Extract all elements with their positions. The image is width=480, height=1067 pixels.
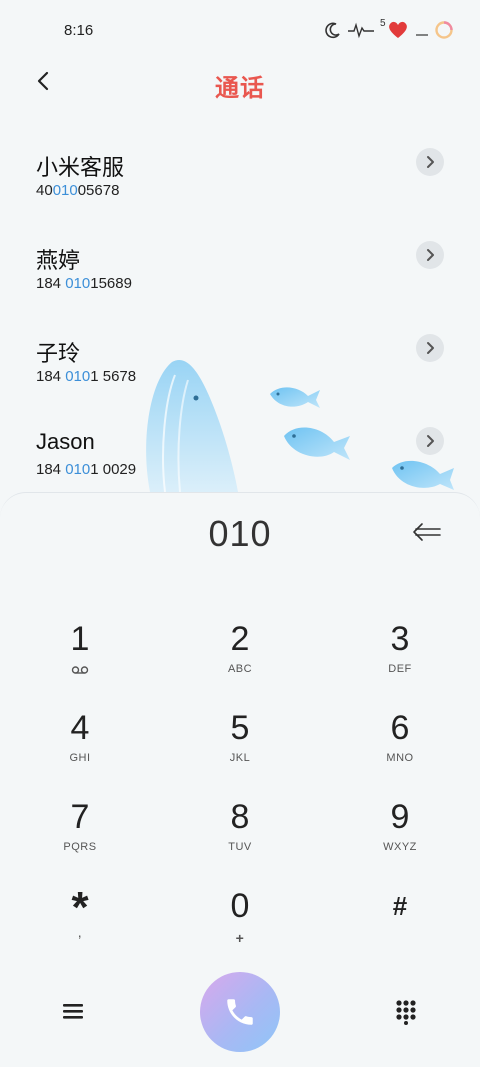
voicemail-icon (71, 666, 89, 674)
header: 通话 (0, 60, 480, 106)
bottom-action-bar (0, 970, 480, 1054)
backspace-button[interactable] (410, 519, 444, 545)
key-0[interactable]: 0 + (180, 886, 300, 966)
contact-number: 184 0101 0029 (36, 461, 137, 478)
key-1[interactable]: 1 (20, 619, 140, 699)
chevron-right-icon (427, 249, 434, 261)
key-8[interactable]: 8 TUV (180, 797, 300, 877)
key-9[interactable]: 9 WXYZ (340, 797, 460, 877)
contact-name: 燕婷 (36, 248, 81, 273)
menu-icon (63, 1004, 83, 1019)
key-hash[interactable]: # (340, 886, 460, 966)
dialpad-icon (396, 1000, 416, 1025)
battery-ring-icon (435, 21, 453, 39)
backspace-arrow-icon (413, 523, 441, 541)
contact-detail-button[interactable] (416, 148, 444, 176)
contact-item[interactable]: 子玲 184 0101 5678 (36, 334, 446, 406)
key-3[interactable]: 3 DEF (340, 619, 460, 699)
contact-item[interactable]: 小米客服 4001005678 (36, 148, 446, 220)
status-bar: 8:16 5 (0, 0, 480, 60)
notification-badge: 5 (380, 18, 410, 40)
chevron-right-icon (427, 435, 434, 447)
number-match-highlight: 010 (65, 461, 91, 478)
page-title: 通话 (215, 75, 265, 102)
contact-detail-button[interactable] (416, 427, 444, 455)
contact-detail-button[interactable] (416, 334, 444, 362)
heart-icon (389, 21, 407, 38)
call-button[interactable] (200, 972, 280, 1052)
divider-line-icon (416, 34, 428, 36)
key-2[interactable]: 2 ABC (180, 619, 300, 699)
status-time: 8:16 (64, 22, 94, 39)
contact-number: 184 01015689 (36, 275, 132, 292)
contact-item[interactable]: 燕婷 184 01015689 (36, 241, 446, 313)
number-match-highlight: 010 (65, 275, 91, 292)
number-match-highlight: 010 (52, 182, 78, 199)
chevron-right-icon (427, 342, 434, 354)
contact-number: 4001005678 (36, 182, 120, 199)
contact-name: 子玲 (36, 341, 81, 366)
contact-detail-button[interactable] (416, 241, 444, 269)
contact-name: Jason (36, 429, 95, 454)
key-7[interactable]: 7 PQRS (20, 797, 140, 877)
number-match-highlight: 010 (65, 368, 91, 385)
menu-button[interactable] (58, 996, 88, 1026)
chevron-right-icon (427, 156, 434, 168)
contact-item[interactable]: Jason 184 0101 0029 (36, 427, 446, 499)
phone-icon (227, 999, 253, 1025)
key-6[interactable]: 6 MNO (340, 708, 460, 788)
key-5[interactable]: 5 JKL (180, 708, 300, 788)
moon-icon (325, 22, 340, 39)
dial-number-display[interactable]: 010 (0, 513, 480, 555)
status-icons: 5 (324, 18, 454, 42)
keypad-toggle-button[interactable] (390, 996, 422, 1028)
key-star[interactable]: * , (20, 886, 140, 966)
heartbeat-icon (348, 22, 374, 39)
contact-number: 184 0101 5678 (36, 368, 137, 385)
contact-name: 小米客服 (36, 155, 125, 180)
key-4[interactable]: 4 GHI (20, 708, 140, 788)
